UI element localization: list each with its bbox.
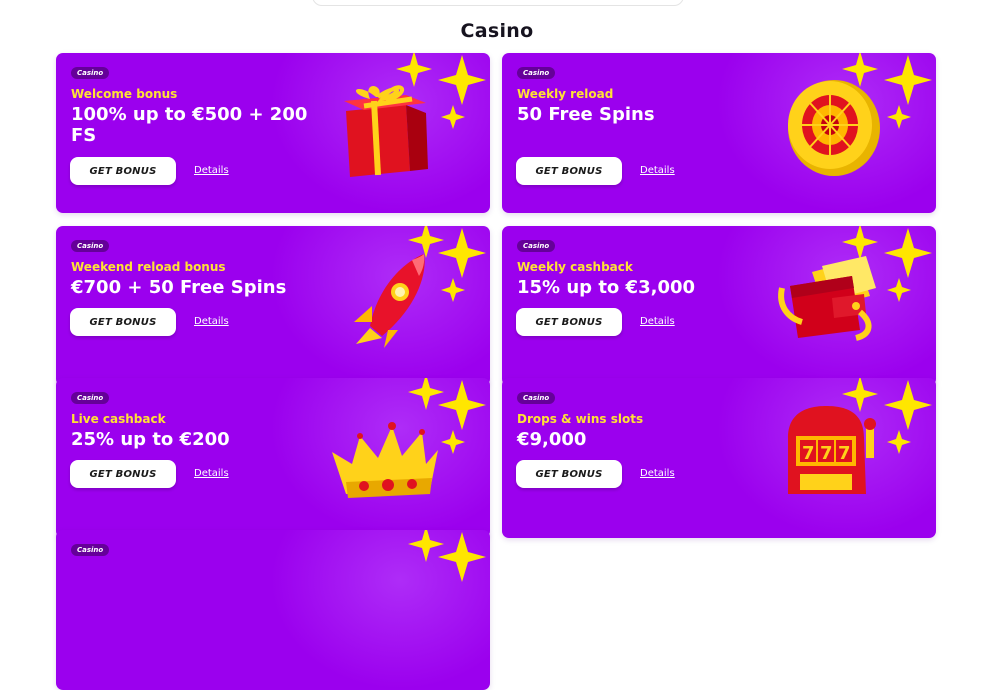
bonus-kicker: Weekend reload bonus bbox=[71, 260, 226, 274]
get-bonus-button[interactable]: GET BONUS bbox=[70, 157, 176, 185]
bonus-headline: 25% up to €200 bbox=[71, 429, 230, 450]
section-title: Casino bbox=[460, 20, 534, 42]
details-link[interactable]: Details bbox=[640, 316, 675, 327]
details-link[interactable]: Details bbox=[194, 165, 229, 176]
bonus-card-live-cashback: Casino Live cashback 25% up to €200 GET … bbox=[56, 378, 490, 538]
get-bonus-button[interactable]: GET BONUS bbox=[516, 157, 622, 185]
bonus-headline: €9,000 bbox=[517, 429, 587, 450]
details-link[interactable]: Details bbox=[640, 468, 675, 479]
bonus-card-weekend-reload: Casino Weekend reload bonus €700 + 50 Fr… bbox=[56, 226, 490, 386]
get-bonus-button[interactable]: GET BONUS bbox=[70, 460, 176, 488]
details-link[interactable]: Details bbox=[194, 316, 229, 327]
svg-text:7: 7 bbox=[820, 443, 833, 464]
bonus-headline: 15% up to €3,000 bbox=[517, 277, 696, 298]
category-tag: Casino bbox=[517, 67, 556, 79]
crown-icon bbox=[332, 378, 486, 498]
top-search-bar[interactable] bbox=[312, 0, 684, 6]
bonus-card-welcome: Casino Welcome bonus 100% up to €500 + 2… bbox=[56, 53, 490, 213]
category-tag: Casino bbox=[71, 67, 110, 79]
bonus-card-weekly-reload: Casino Weekly reload 50 Free Spins GET B… bbox=[502, 53, 936, 213]
bonus-card-partial: Casino bbox=[56, 530, 490, 690]
roulette-icon bbox=[788, 53, 932, 176]
gift-icon bbox=[344, 53, 486, 177]
svg-text:7: 7 bbox=[838, 443, 851, 464]
bonus-kicker: Weekly cashback bbox=[517, 260, 633, 274]
rocket-icon bbox=[354, 226, 486, 348]
bonus-kicker: Welcome bonus bbox=[71, 87, 178, 101]
sparkle-icon bbox=[408, 530, 486, 582]
category-tag: Casino bbox=[71, 392, 110, 404]
category-tag: Casino bbox=[71, 240, 110, 252]
get-bonus-button[interactable]: GET BONUS bbox=[70, 308, 176, 336]
category-tag: Casino bbox=[517, 392, 556, 404]
wallet-icon bbox=[778, 226, 932, 341]
category-tag: Casino bbox=[517, 240, 556, 252]
get-bonus-button[interactable]: GET BONUS bbox=[516, 460, 622, 488]
bonus-headline: 50 Free Spins bbox=[517, 104, 655, 125]
details-link[interactable]: Details bbox=[640, 165, 675, 176]
details-link[interactable]: Details bbox=[194, 468, 229, 479]
slot-machine-icon: 7 7 7 bbox=[788, 378, 932, 494]
bonus-kicker: Weekly reload bbox=[517, 87, 614, 101]
category-tag: Casino bbox=[71, 544, 110, 556]
get-bonus-button[interactable]: GET BONUS bbox=[516, 308, 622, 336]
svg-text:7: 7 bbox=[802, 443, 815, 464]
bonus-headline: 100% up to €500 + 200 FS bbox=[71, 104, 308, 146]
bonus-card-drops-wins: Casino Drops & wins slots €9,000 GET BON… bbox=[502, 378, 936, 538]
bonus-card-weekly-cashback: Casino Weekly cashback 15% up to €3,000 … bbox=[502, 226, 936, 386]
bonus-kicker: Live cashback bbox=[71, 412, 166, 426]
bonus-kicker: Drops & wins slots bbox=[517, 412, 644, 426]
